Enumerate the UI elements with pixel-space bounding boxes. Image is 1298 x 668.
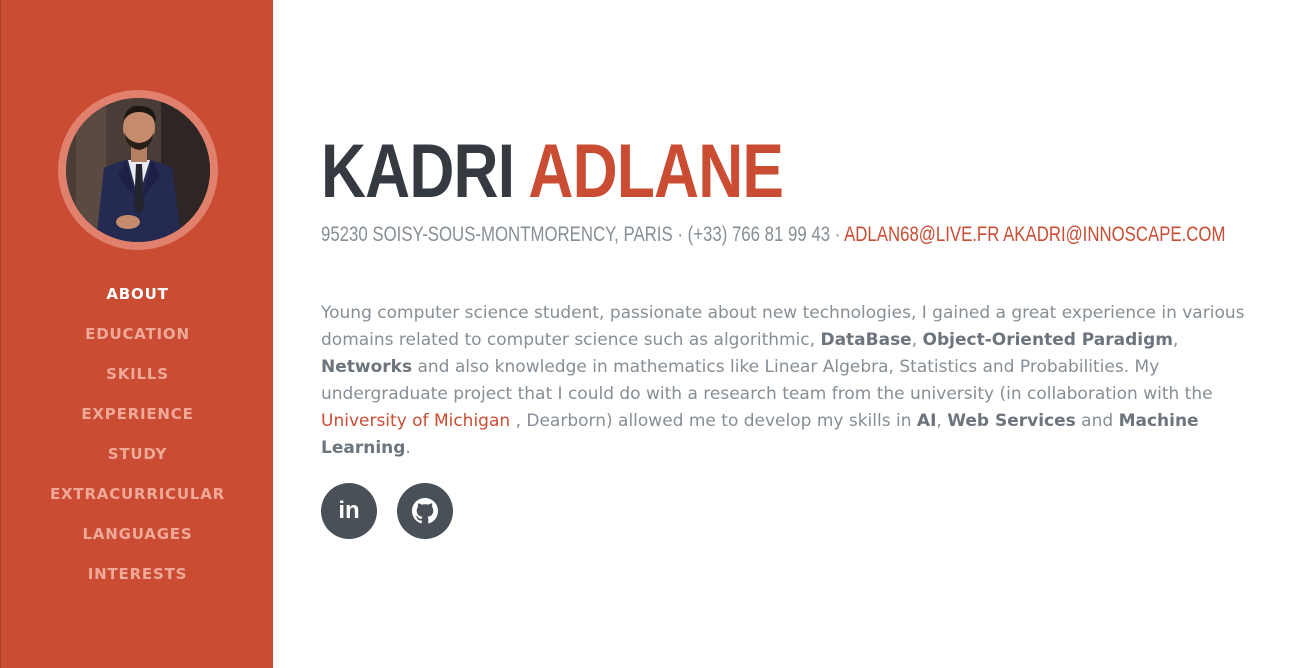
nav-item-interests: INTERESTS	[1, 554, 274, 594]
bio-text: and also knowledge in mathematics like L…	[321, 357, 1213, 404]
nav-item-extracurricular: EXTRACURRICULAR	[1, 474, 274, 514]
sidebar-nav: ABOUT EDUCATION SKILLS EXPERIENCE STUDY …	[1, 274, 274, 594]
bio-text: ,	[1173, 330, 1179, 350]
github-button[interactable]	[397, 483, 453, 539]
github-icon	[412, 498, 438, 524]
nav-item-about: ABOUT	[1, 274, 274, 314]
nav-link-experience[interactable]: EXPERIENCE	[81, 405, 193, 423]
sidebar: ABOUT EDUCATION SKILLS EXPERIENCE STUDY …	[0, 0, 273, 668]
nav-item-languages: LANGUAGES	[1, 514, 274, 554]
email-links[interactable]: adlan68@live.fr akadri@innoscape.com	[844, 223, 1225, 246]
nav-link-study[interactable]: STUDY	[108, 445, 167, 463]
bio-text: , Dearborn) allowed me to develop my ski…	[510, 411, 917, 431]
phone: (+33) 766 81 99 43	[687, 223, 831, 246]
bio-highlight: Web Services	[947, 411, 1076, 431]
bio-text: ,	[911, 330, 923, 350]
bio-paragraph: Young computer science student, passiona…	[321, 300, 1261, 462]
nav-item-skills: SKILLS	[1, 354, 274, 394]
bio-highlight: DataBase	[820, 330, 912, 350]
nav-link-interests[interactable]: INTERESTS	[88, 565, 187, 583]
linkedin-icon: in	[338, 497, 360, 524]
social-links: in	[321, 483, 453, 539]
address: 95230 Soisy-sous-Montmorency, Paris	[321, 223, 673, 246]
avatar	[58, 90, 218, 250]
bio-text: .	[405, 438, 411, 458]
bio-highlight: Networks	[321, 357, 413, 377]
nav-link-extracurricular[interactable]: EXTRACURRICULAR	[50, 485, 225, 503]
bio-highlight: AI	[916, 411, 937, 431]
nav-item-experience: EXPERIENCE	[1, 394, 274, 434]
profile-photo	[66, 98, 210, 242]
bio-text: ,	[936, 411, 948, 431]
nav-link-skills[interactable]: SKILLS	[106, 365, 169, 383]
separator: ·	[834, 223, 841, 246]
bio-highlight: Object-Oriented Paradigm	[922, 330, 1174, 350]
last-name: Adlane	[528, 129, 784, 214]
first-name: Kadri	[321, 129, 515, 214]
university-link[interactable]: University of Michigan	[321, 411, 510, 431]
linkedin-button[interactable]: in	[321, 483, 377, 539]
nav-link-education[interactable]: EDUCATION	[85, 325, 190, 343]
nav-link-languages[interactable]: LANGUAGES	[83, 525, 193, 543]
page-title: Kadri Adlane	[321, 124, 784, 220]
nav-item-study: STUDY	[1, 434, 274, 474]
contact-line: 95230 Soisy-sous-Montmorency, Paris · (+…	[321, 222, 1226, 248]
nav-link-about[interactable]: ABOUT	[106, 285, 168, 303]
nav-item-education: EDUCATION	[1, 314, 274, 354]
separator: ·	[677, 223, 683, 246]
bio-text: and	[1075, 411, 1119, 431]
